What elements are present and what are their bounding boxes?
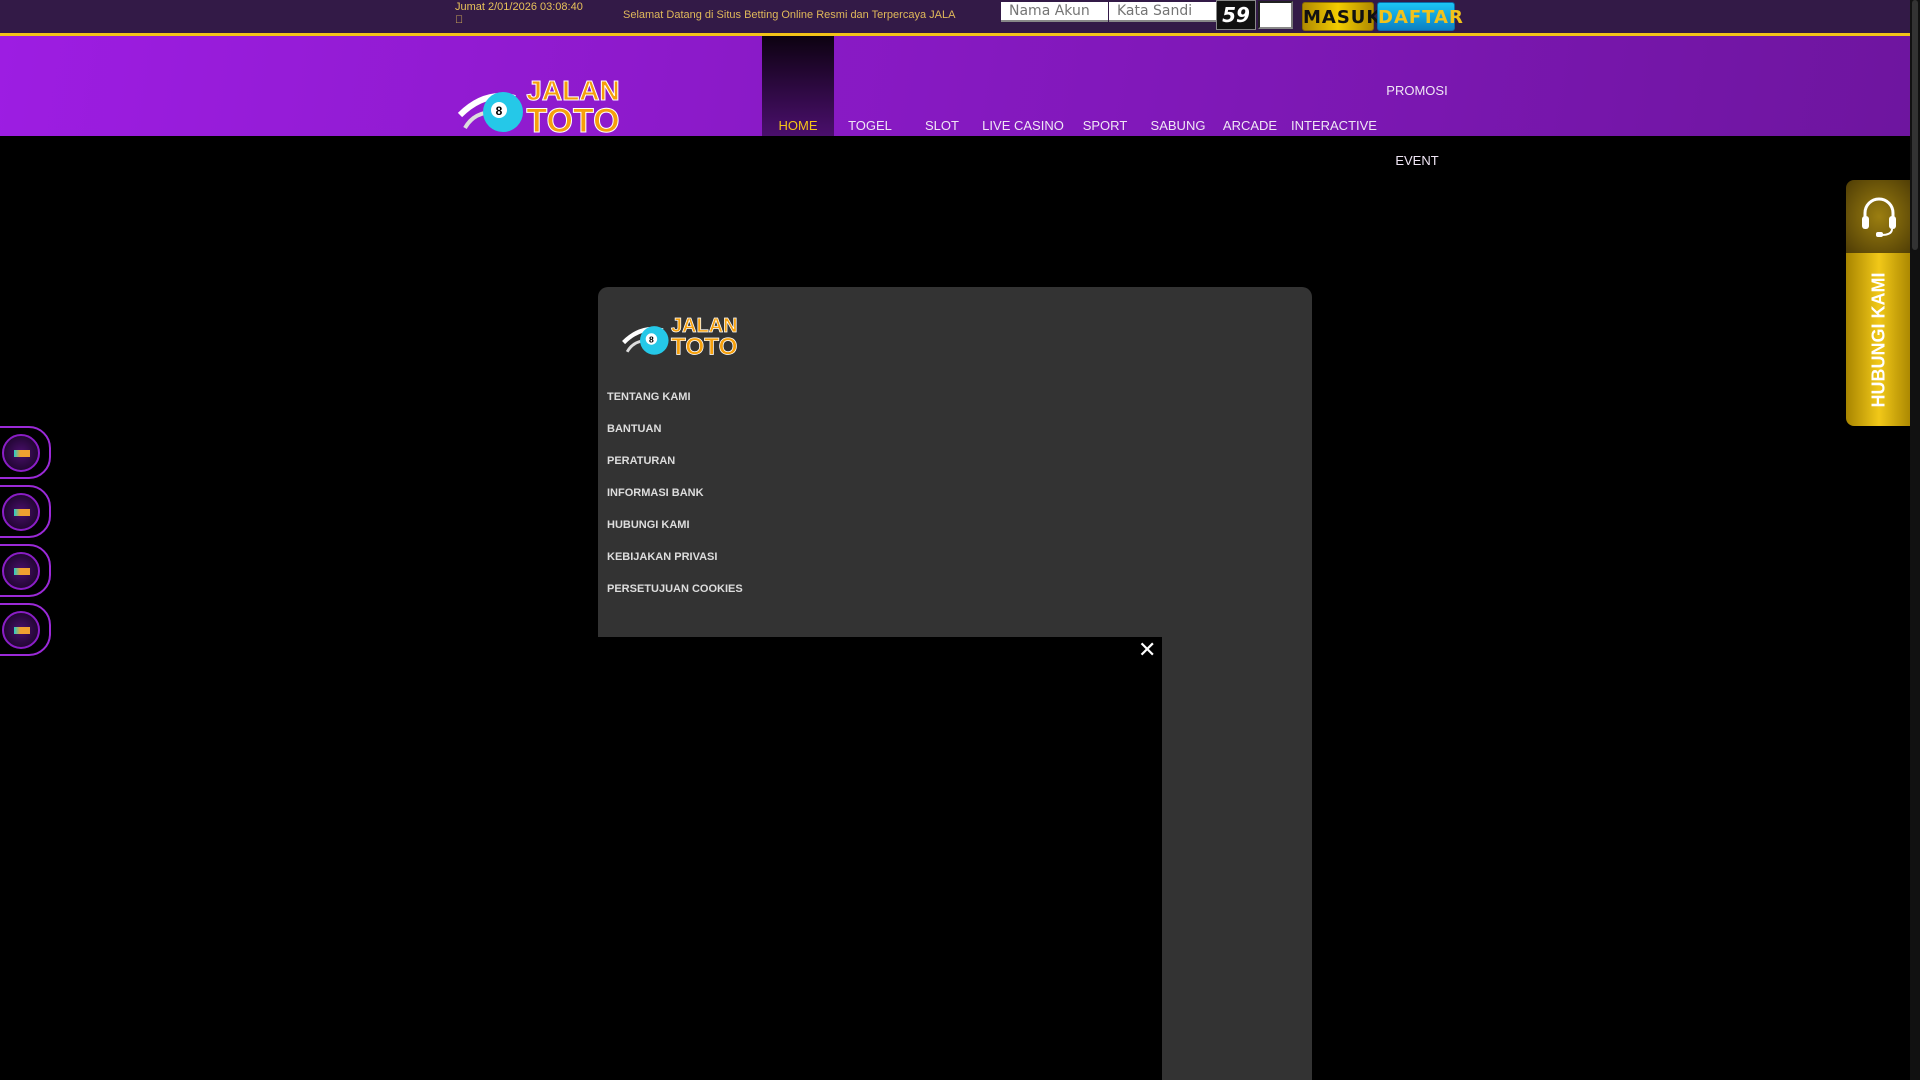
- logo-icon: [14, 568, 30, 575]
- captcha-input[interactable]: [1258, 1, 1293, 29]
- nav-arcade[interactable]: ARCADE: [1223, 118, 1277, 133]
- link-persetujuan-cookies[interactable]: PERSETUJUAN COOKIES: [607, 583, 743, 595]
- top-bar: Jumat 2/01/2026 03:08:40 Selamat Datang…: [0, 0, 1910, 33]
- popup-frame: ✕: [598, 637, 1162, 1080]
- floating-button-3[interactable]: [0, 544, 51, 597]
- nav-interactive[interactable]: INTERACTIVE: [1291, 118, 1377, 133]
- link-hubungi-kami[interactable]: HUBUNGI KAMI: [607, 519, 690, 531]
- info-panel: TENTANG KAMI BANTUAN PERATURAN INFORMASI…: [598, 287, 1312, 1080]
- contact-us-tab[interactable]: HUBUNGI KAMI: [1846, 180, 1912, 426]
- register-button[interactable]: DAFTAR: [1377, 2, 1463, 31]
- link-peraturan[interactable]: PERATURAN: [607, 455, 675, 467]
- link-bantuan[interactable]: BANTUAN: [607, 423, 661, 435]
- headset-icon: [1862, 197, 1896, 237]
- floating-button-4[interactable]: [0, 603, 51, 656]
- scrollbar[interactable]: [1910, 0, 1920, 1080]
- panel-logo: [620, 309, 745, 359]
- logo-icon: [14, 627, 30, 634]
- site-logo[interactable]: [455, 70, 630, 136]
- logo-icon: [14, 509, 30, 516]
- nav-sport[interactable]: SPORT: [1083, 118, 1128, 133]
- link-tentang-kami[interactable]: TENTANG KAMI: [607, 391, 691, 403]
- floating-button-2[interactable]: [0, 485, 51, 538]
- link-kebijakan-privasi[interactable]: KEBIJAKAN PRIVASI: [607, 551, 717, 563]
- floating-button-1[interactable]: [0, 426, 51, 479]
- welcome-marquee: Selamat Datang di Situs Betting Online R…: [623, 9, 956, 21]
- link-informasi-bank[interactable]: INFORMASI BANK: [607, 487, 704, 499]
- nav-sabung[interactable]: SABUNG: [1151, 118, 1206, 133]
- nav-live-casino[interactable]: LIVE CASINO: [982, 118, 1064, 133]
- contact-us-label: HUBUNGI KAMI: [1868, 272, 1889, 407]
- nav-promosi[interactable]: PROMOSI: [1386, 83, 1447, 98]
- username-input[interactable]: [1001, 2, 1108, 22]
- captcha-image: 59: [1216, 0, 1256, 30]
- close-icon[interactable]: ✕: [1138, 637, 1156, 663]
- scrollbar-thumb[interactable]: [1912, 0, 1918, 250]
- nav-event[interactable]: EVENT: [1395, 153, 1438, 168]
- login-button[interactable]: MASUK: [1302, 2, 1380, 31]
- datetime: Jumat 2/01/2026 03:08:40: [455, 1, 583, 27]
- envelope-icon: : [455, 14, 463, 26]
- nav-home[interactable]: HOME: [779, 118, 818, 133]
- nav-slot[interactable]: SLOT: [925, 118, 959, 133]
- password-input[interactable]: [1109, 2, 1216, 22]
- logo-icon: [14, 450, 30, 457]
- nav-togel[interactable]: TOGEL: [848, 118, 892, 133]
